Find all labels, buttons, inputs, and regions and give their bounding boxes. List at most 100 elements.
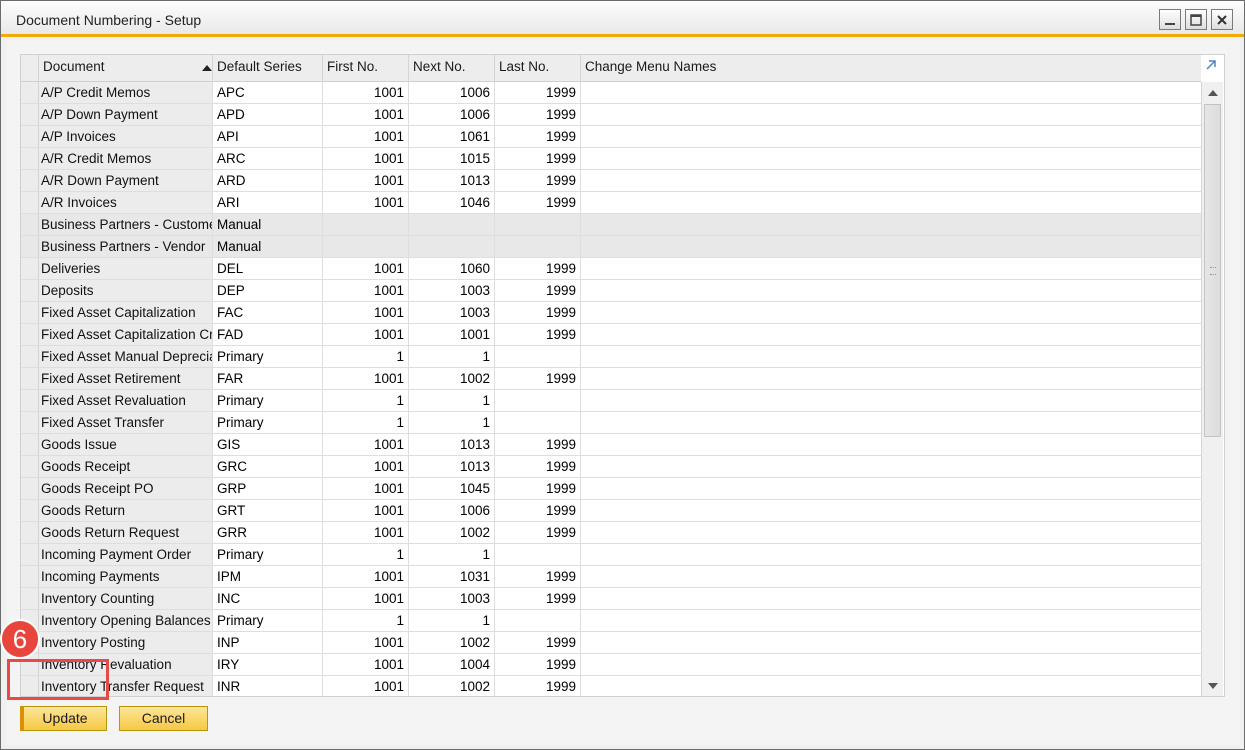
cell-next-no[interactable]: 1006 [409,104,495,125]
table-row[interactable]: Inventory Opening Balances Primary 1 1 [21,610,1201,632]
table-row[interactable]: Fixed Asset Revaluation Primary 1 1 [21,390,1201,412]
cell-default-series[interactable]: INR [213,676,323,696]
table-row[interactable]: Goods Receipt PO GRP 1001 1045 1999 [21,478,1201,500]
cell-default-series[interactable]: API [213,126,323,147]
cell-next-no[interactable]: 1013 [409,170,495,191]
cell-first-no[interactable]: 1001 [323,632,409,653]
cell-change-menu-names[interactable] [581,456,1201,477]
cell-change-menu-names[interactable] [581,412,1201,433]
row-selector[interactable] [21,258,39,279]
cell-last-no[interactable]: 1999 [495,566,581,587]
table-row[interactable]: Deposits DEP 1001 1003 1999 [21,280,1201,302]
cell-default-series[interactable]: FAR [213,368,323,389]
row-selector[interactable] [21,104,39,125]
cell-last-no[interactable]: 1999 [495,170,581,191]
table-row[interactable]: Inventory Counting INC 1001 1003 1999 [21,588,1201,610]
cell-document[interactable]: Inventory Posting [39,632,213,653]
column-header-first-no[interactable]: First No. [323,55,409,82]
cell-document[interactable]: Fixed Asset Capitalization Cre [39,324,213,345]
cell-next-no[interactable]: 1002 [409,368,495,389]
cell-change-menu-names[interactable] [581,170,1201,191]
cell-change-menu-names[interactable] [581,148,1201,169]
table-row[interactable]: Goods Receipt GRC 1001 1013 1999 [21,456,1201,478]
cell-next-no[interactable]: 1015 [409,148,495,169]
table-row[interactable]: Incoming Payment Order Primary 1 1 [21,544,1201,566]
cell-default-series[interactable]: FAC [213,302,323,323]
cell-change-menu-names[interactable] [581,588,1201,609]
cell-last-no[interactable]: 1999 [495,82,581,103]
cell-last-no[interactable]: 1999 [495,324,581,345]
cell-first-no[interactable]: 1001 [323,148,409,169]
cell-change-menu-names[interactable] [581,676,1201,696]
cell-document[interactable]: Deposits [39,280,213,301]
cell-change-menu-names[interactable] [581,500,1201,521]
cell-document[interactable]: Goods Return Request [39,522,213,543]
cell-next-no[interactable]: 1 [409,610,495,631]
cell-change-menu-names[interactable] [581,214,1201,235]
row-selector[interactable] [21,302,39,323]
cell-last-no[interactable]: 1999 [495,654,581,675]
cancel-button[interactable]: Cancel [119,706,208,731]
cell-next-no[interactable]: 1003 [409,302,495,323]
cell-last-no[interactable]: 1999 [495,280,581,301]
cell-document[interactable]: Goods Receipt PO [39,478,213,499]
cell-last-no[interactable] [495,236,581,257]
row-selector[interactable] [21,170,39,191]
cell-default-series[interactable]: IPM [213,566,323,587]
cell-last-no[interactable]: 1999 [495,368,581,389]
table-row[interactable]: Fixed Asset Transfer Primary 1 1 [21,412,1201,434]
cell-last-no[interactable]: 1999 [495,258,581,279]
cell-document[interactable]: Goods Return [39,500,213,521]
column-header-default-series[interactable]: Default Series [213,55,323,82]
cell-default-series[interactable]: ARC [213,148,323,169]
table-row[interactable]: A/R Credit Memos ARC 1001 1015 1999 [21,148,1201,170]
row-selector[interactable] [21,522,39,543]
row-selector[interactable] [21,500,39,521]
cell-first-no[interactable]: 1001 [323,654,409,675]
cell-next-no[interactable]: 1 [409,412,495,433]
cell-document[interactable]: Fixed Asset Transfer [39,412,213,433]
cell-last-no[interactable]: 1999 [495,148,581,169]
cell-next-no[interactable] [409,214,495,235]
cell-document[interactable]: Fixed Asset Revaluation [39,390,213,411]
cell-first-no[interactable]: 1001 [323,566,409,587]
cell-default-series[interactable]: GRP [213,478,323,499]
row-selector[interactable] [21,192,39,213]
cell-document[interactable]: A/P Invoices [39,126,213,147]
scrollbar-thumb[interactable] [1204,104,1221,437]
cell-next-no[interactable]: 1060 [409,258,495,279]
cell-change-menu-names[interactable] [581,82,1201,103]
cell-last-no[interactable]: 1999 [495,588,581,609]
column-header-next-no[interactable]: Next No. [409,55,495,82]
title-bar[interactable]: Document Numbering - Setup [1,1,1244,37]
cell-last-no[interactable]: 1999 [495,192,581,213]
table-row[interactable]: Goods Return Request GRR 1001 1002 1999 [21,522,1201,544]
cell-first-no[interactable] [323,236,409,257]
cell-default-series[interactable]: ARI [213,192,323,213]
column-header-change-menu-names[interactable]: Change Menu Names [581,55,1201,82]
cell-default-series[interactable]: APD [213,104,323,125]
cell-document[interactable]: Fixed Asset Capitalization [39,302,213,323]
cell-next-no[interactable]: 1013 [409,456,495,477]
table-row[interactable]: Fixed Asset Manual Deprecia Primary 1 1 [21,346,1201,368]
cell-next-no[interactable]: 1061 [409,126,495,147]
cell-document[interactable]: Fixed Asset Manual Deprecia [39,346,213,367]
row-selector[interactable] [21,324,39,345]
cell-document[interactable]: Inventory Opening Balances [39,610,213,631]
cell-last-no[interactable]: 1999 [495,456,581,477]
cell-first-no[interactable]: 1001 [323,170,409,191]
cell-default-series[interactable]: INC [213,588,323,609]
cell-next-no[interactable]: 1046 [409,192,495,213]
row-selector[interactable] [21,588,39,609]
cell-last-no[interactable]: 1999 [495,632,581,653]
cell-last-no[interactable] [495,412,581,433]
cell-first-no[interactable]: 1001 [323,324,409,345]
cell-next-no[interactable]: 1006 [409,82,495,103]
cell-last-no[interactable]: 1999 [495,104,581,125]
cell-first-no[interactable]: 1001 [323,82,409,103]
cell-change-menu-names[interactable] [581,522,1201,543]
cell-first-no[interactable]: 1001 [323,522,409,543]
cell-document[interactable]: Inventory Counting [39,588,213,609]
cell-next-no[interactable]: 1 [409,390,495,411]
table-row[interactable]: Goods Issue GIS 1001 1013 1999 [21,434,1201,456]
